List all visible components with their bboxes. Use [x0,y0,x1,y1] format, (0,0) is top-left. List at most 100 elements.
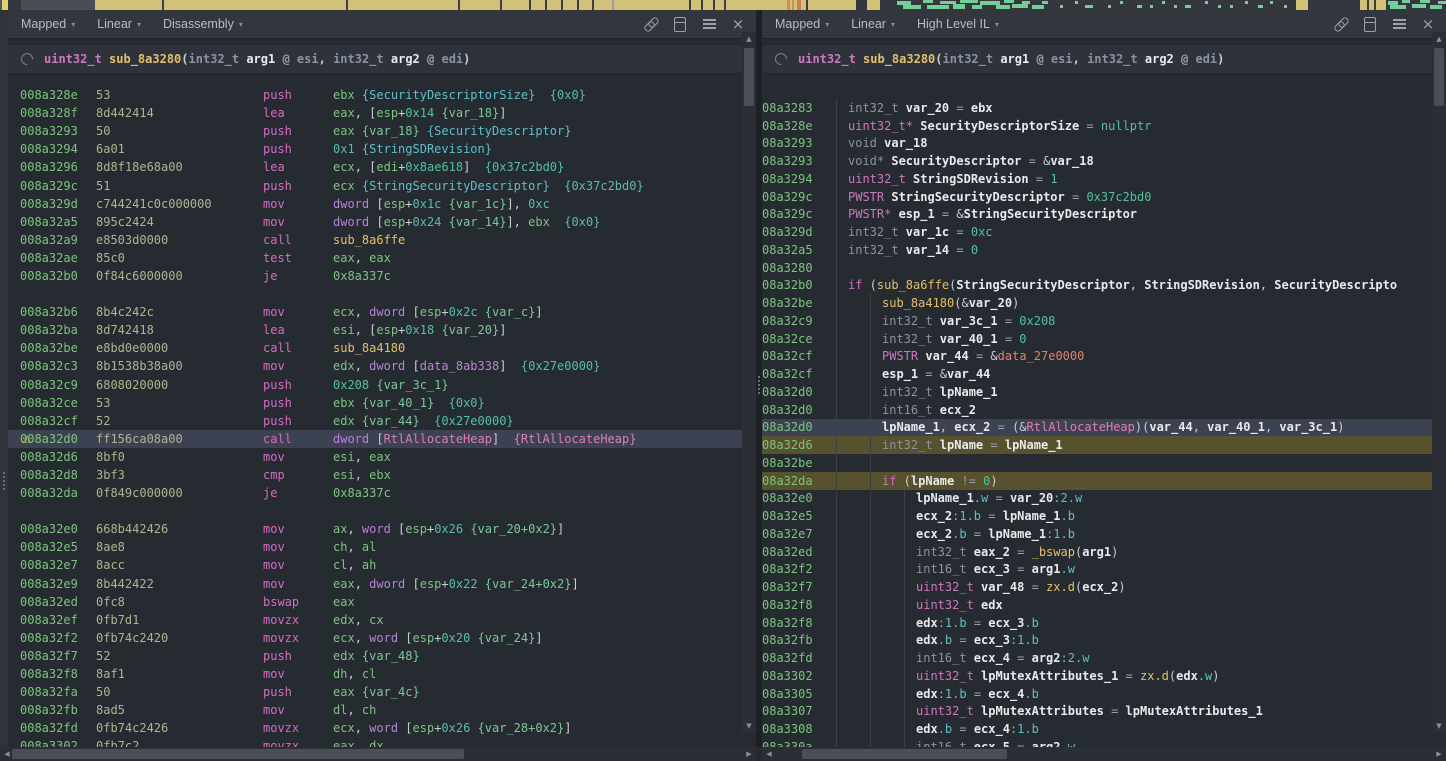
disasm-line[interactable]: 008a32d68bf0movesi, eax [8,448,742,466]
disasm-line[interactable]: 008a32a9e8503d0000callsub_8a6ffe [8,231,742,249]
hlil-line[interactable]: 08a32besub_8a4180(&var_20) [762,294,1432,312]
hlil-line[interactable]: 08a32edint32_t eax_2 = _bswap(arg1) [762,543,1432,561]
hlil-line[interactable]: 08a32e7ecx_2.b = lpName_1:1.b [762,525,1432,543]
scroll-down-arrow[interactable]: ▼ [742,719,756,733]
hlil-line[interactable]: 08a3283int32_t var_20 = ebx [762,99,1432,117]
disasm-line[interactable]: 008a32946a01push0x1 {StringSDRevision} [8,140,742,158]
disassembly-pane-menu-disassembly[interactable]: Disassembly▾ [163,17,243,31]
disasm-line[interactable]: 008a329dc744241c0c000000movdword [esp+0x… [8,195,742,213]
disassembly-pane-horizontal-scrollbar[interactable]: ◀▶ [0,747,756,761]
scroll-up-arrow[interactable]: ▲ [1432,32,1446,46]
hlil-line[interactable]: 08a32f7uint32_t var_48 = zx.d(ecx_2) [762,578,1432,596]
disasm-line[interactable]: 008a32e98b442422moveax, dword [esp+0x22 … [8,575,742,593]
disasm-line[interactable]: ⚠008a32d0ff156ca08a00calldword [RtlAlloc… [8,430,742,448]
feature-map[interactable] [0,0,1446,10]
hlil-line[interactable]: 08a329cPWSTR* esp_1 = &StringSecurityDes… [762,206,1432,224]
hlil-line[interactable]: 08a3280 [762,259,1432,277]
reanalyze-icon[interactable] [773,51,790,68]
hlil-line[interactable]: 08a3307uint32_t lpMutexAttributes = lpMu… [762,703,1432,721]
disasm-line[interactable]: 008a329350pusheax {var_18} {SecurityDesc… [8,122,742,140]
hlil-line[interactable]: 08a32f8uint32_t edx [762,596,1432,614]
hlil-line[interactable]: 08a32ceint32_t var_40_1 = 0 [762,330,1432,348]
scroll-up-arrow[interactable]: ▲ [742,32,756,46]
disasm-line[interactable]: 008a32ba8d742418leaesi, [esp+0x18 {var_2… [8,321,742,339]
disasm-line[interactable]: 008a33020fb7c2movzxeax, dx [8,737,742,747]
disasm-line[interactable]: 008a32968d8f18e68a00leaecx, [edi+0x8ae61… [8,158,742,176]
disasm-line[interactable]: 008a32ef0fb7d1movzxedx, cx [8,611,742,629]
function-signature-bar[interactable]: uint32_t sub_8a3280(int32_t arg1 @ esi, … [762,44,1432,74]
disasm-line[interactable]: 008a32e78accmovcl, ah [8,556,742,574]
disasm-line[interactable]: 008a32e58ae8movch, al [8,538,742,556]
icon-button[interactable] [701,16,717,32]
scroll-right-arrow[interactable]: ▶ [1432,747,1446,761]
hlil-line[interactable]: 08a32cfesp_1 = &var_44 [762,365,1432,383]
hlil-line[interactable]: 08a32d0int16_t ecx_2 [762,401,1432,419]
hlil-line[interactable]: 08a32daif (lpName != 0) [762,472,1432,490]
reanalyze-icon[interactable] [19,51,36,68]
hlil-line[interactable]: 08a32be [762,454,1432,472]
hlil-line[interactable]: 08a3293void var_18 [762,135,1432,153]
disasm-line[interactable]: 008a32fa50pusheax {var_4c} [8,683,742,701]
icon-button[interactable] [1362,16,1378,32]
hlil-line[interactable]: 08a329dint32_t var_1c = 0xc [762,223,1432,241]
hlil-line[interactable]: 08a32a5int32_t var_14 = 0 [762,241,1432,259]
icon-button[interactable] [1391,16,1407,32]
disasm-line[interactable]: 008a32c38b1538b38a00movedx, dword [data_… [8,357,742,375]
icon-button[interactable]: × [1420,16,1436,32]
disasm-line[interactable]: 008a32b68b4c242cmovecx, dword [esp+0x2c … [8,303,742,321]
disassembly-pane-menu-linear[interactable]: Linear▾ [97,17,141,31]
disasm-line[interactable]: 008a32ed0fc8bswapeax [8,593,742,611]
disasm-line[interactable]: 008a329c51pushecx {StringSecurityDescrip… [8,176,742,194]
disassembly-pane-vscroll-handle[interactable] [744,48,754,106]
hlil-pane-menu-mapped[interactable]: Mapped▾ [775,17,829,31]
disasm-line[interactable]: 008a32c96808020000push0x208 {var_3c_1} [8,376,742,394]
function-signature-bar[interactable]: uint32_t sub_8a3280(int32_t arg1 @ esi, … [8,44,742,74]
icon-button[interactable] [1333,16,1349,32]
hlil-line[interactable]: 08a329cPWSTR StringSecurityDescriptor = … [762,188,1432,206]
hlil-line[interactable]: 08a330aint16_t ecx_5 = arg2.w [762,738,1432,747]
disasm-line[interactable]: 008a32d83bf3cmpesi, ebx [8,466,742,484]
hlil-line[interactable]: 08a32e5ecx_2:1.b = lpName_1.b [762,507,1432,525]
icon-button[interactable] [672,16,688,32]
disasm-line[interactable]: 008a32a5895c2424movdword [esp+0x24 {var_… [8,213,742,231]
hlil-line[interactable]: 08a32d6int32_t lpName = lpName_1 [762,436,1432,454]
hlil-pane-menu-high-level-il[interactable]: High Level IL▾ [917,17,999,31]
disasm-line[interactable]: 008a32fd0fb74c2426movzxecx, word [esp+0x… [8,719,742,737]
disasm-line[interactable]: 008a328e53pushebx {SecurityDescriptorSiz… [8,86,742,104]
icon-button[interactable] [643,16,659,32]
hlil-line[interactable]: 08a32fdint16_t ecx_4 = arg2:2.w [762,649,1432,667]
hlil-line[interactable]: 08a3302uint32_t lpMutexAttributes_1 = zx… [762,667,1432,685]
disasm-line[interactable]: 008a32e0668b442426movax, word [esp+0x26 … [8,520,742,538]
disassembly-hscroll-handle[interactable] [12,749,464,759]
hlil-line[interactable]: 08a32fbedx.b = ecx_3:1.b [762,632,1432,650]
hlil-line[interactable]: 08a32f2int16_t ecx_3 = arg1.w [762,561,1432,579]
hlil-line[interactable]: 08a32cfPWSTR var_44 = &data_27e0000 [762,348,1432,366]
hlil-line[interactable]: 08a32e0lpName_1.w = var_20:2.w [762,490,1432,508]
scroll-left-arrow[interactable]: ◀ [762,747,776,761]
disassembly-pane-vertical-scrollbar[interactable]: ▲▼ [742,32,756,733]
hlil-line[interactable]: 08a3305edx:1.b = ecx_4.b [762,685,1432,703]
hlil-pane-menu-linear[interactable]: Linear▾ [851,17,895,31]
hlil-pane-vscroll-handle[interactable] [1434,48,1444,106]
disassembly-pane-menu-mapped[interactable]: Mapped▾ [21,17,75,31]
disasm-line[interactable]: 008a32ae85c0testeax, eax [8,249,742,267]
scroll-down-arrow[interactable]: ▼ [1432,719,1446,733]
left-splitter-grip[interactable] [3,472,5,474]
disasm-line[interactable]: 008a32da0f849c000000je0x8a337c [8,484,742,502]
disasm-line[interactable]: 008a32bee8bd0e0000callsub_8a4180 [8,339,742,357]
icon-button[interactable]: × [730,16,746,32]
hlil-line[interactable]: 08a32b0if (sub_8a6ffe(StringSecurityDesc… [762,277,1432,295]
hlil-line[interactable]: 08a32c9int32_t var_3c_1 = 0x208 [762,312,1432,330]
scroll-right-arrow[interactable]: ▶ [742,747,756,761]
hlil-line[interactable]: 08a32d0int32_t lpName_1 [762,383,1432,401]
pane-splitter-grip[interactable] [758,376,760,378]
disasm-line[interactable]: 008a32cf52pushedx {var_44} {0x27e0000} [8,412,742,430]
hlil-line[interactable]: 08a328euint32_t* SecurityDescriptorSize … [762,117,1432,135]
hlil-pane-horizontal-scrollbar[interactable]: ◀▶ [762,747,1446,761]
disasm-line[interactable]: 008a32fb8ad5movdl, ch [8,701,742,719]
hlil-line[interactable]: 08a3308edx.b = ecx_4:1.b [762,720,1432,738]
hlil-line[interactable]: 08a32f8edx:1.b = ecx_3.b [762,614,1432,632]
hlil-line[interactable]: 08a3294uint32_t StringSDRevision = 1 [762,170,1432,188]
hlil-hscroll-handle[interactable] [802,749,1007,759]
disasm-line[interactable]: 008a32f88af1movdh, cl [8,665,742,683]
